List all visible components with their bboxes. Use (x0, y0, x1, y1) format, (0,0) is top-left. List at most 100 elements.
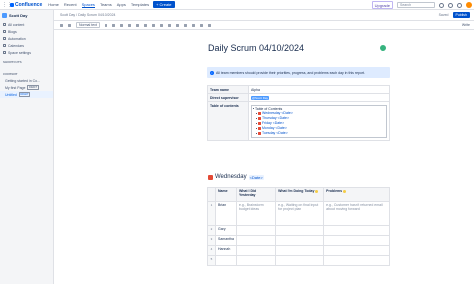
nav-teams[interactable]: Teams (100, 2, 112, 8)
mention-icon[interactable] (175, 23, 179, 27)
cell-problems[interactable] (323, 245, 390, 256)
sidebar-item-all-content[interactable]: All content (0, 21, 53, 28)
page-title[interactable]: Daily Scrum 04/10/2024 (208, 43, 304, 53)
cell-yesterday[interactable] (235, 225, 277, 236)
space-sidebar: Scott Day All content Blogs Automation C… (0, 10, 54, 284)
row-number: 4 (207, 245, 216, 256)
toc-cell[interactable]: Table of Contents Wednesday <Date> Thurs… (248, 101, 390, 141)
cell-today[interactable] (275, 225, 325, 236)
nav-templates[interactable]: Templates (131, 2, 149, 8)
worried-emoji-icon (343, 189, 347, 193)
settings-icon[interactable] (457, 2, 462, 8)
main-nav: Home Recent Spaces Teams Apps Templates (48, 2, 149, 8)
undo-icon[interactable] (60, 23, 63, 27)
cell-today[interactable] (275, 245, 325, 256)
sidebar-item-automation[interactable]: Automation (0, 35, 53, 42)
draft-badge: DRAFT (18, 92, 31, 97)
cell-name[interactable]: Gary (215, 225, 237, 236)
header-yesterday[interactable]: What I Did Yesterday (235, 187, 277, 202)
sidebar-item-label: Space settings (8, 50, 31, 55)
cell-yesterday[interactable] (235, 235, 277, 246)
toc-link[interactable]: Tuesday <Date> (262, 131, 288, 136)
calendar-icon (258, 131, 261, 135)
search-input[interactable]: Search (397, 2, 435, 8)
text-style-dropdown[interactable]: Normal text (76, 22, 100, 28)
help-icon[interactable] (448, 2, 453, 8)
breadcrumb-page[interactable]: Daily Scrum 04/10/2024 (78, 13, 115, 17)
calendar-icon (258, 126, 261, 130)
confluence-logo[interactable]: Confluence (10, 2, 42, 8)
tree-item-my-first-page[interactable]: My first Page DRAFT (0, 84, 53, 91)
task-list-icon[interactable] (143, 23, 147, 27)
sidebar-item-label: Calendars (8, 43, 24, 48)
redo-icon[interactable] (68, 23, 71, 27)
insert-icon[interactable] (207, 23, 211, 27)
section-shortcuts[interactable]: SHORTCUTS (0, 58, 53, 66)
cell-yesterday[interactable]: e.g., Brainstorm budget ideas (235, 201, 277, 226)
cell-name[interactable]: Samantha (215, 235, 237, 246)
nav-recent[interactable]: Recent (64, 2, 77, 8)
cell-name[interactable]: Hannah (215, 245, 237, 256)
layout-icon[interactable] (199, 23, 203, 27)
cell-name[interactable] (215, 255, 237, 266)
smile-emoji-icon (315, 189, 319, 193)
supervisor-cell[interactable]: @Scott Day (248, 93, 390, 102)
day-heading[interactable]: Wednesday <Date> (208, 174, 264, 180)
breadcrumb-space[interactable]: Scott Day (60, 13, 75, 17)
table-icon[interactable] (191, 23, 195, 27)
row-number: 2 (207, 225, 216, 236)
cell-problems[interactable]: e.g., Customer hasn't returned email abo… (323, 201, 390, 226)
page-status-icon[interactable] (380, 45, 386, 51)
sidebar-item-blogs[interactable]: Blogs (0, 28, 53, 35)
cell-problems[interactable] (323, 235, 390, 246)
header-today-text: What I'm Doing Today (278, 189, 315, 193)
cell-today[interactable]: e.g., Waiting on final input for project… (275, 201, 325, 226)
sidebar-item-calendars[interactable]: Calendars (0, 42, 53, 49)
link-icon[interactable] (159, 23, 163, 27)
section-content[interactable]: CONTENT (0, 70, 53, 78)
tree-item-label: Getting started in Co... (5, 79, 41, 83)
supervisor-mention[interactable]: @Scott Day (251, 95, 270, 100)
meta-table: Team name Alpha Direct supervisor @Scott… (207, 85, 390, 141)
cell-problems[interactable] (323, 225, 390, 236)
cell-yesterday[interactable] (235, 255, 277, 266)
tree-item-untitled[interactable]: Untitled DRAFT (0, 91, 53, 98)
header-today[interactable]: What I'm Doing Today (275, 187, 325, 202)
nav-home[interactable]: Home (48, 2, 59, 8)
user-avatar[interactable] (466, 2, 472, 8)
nav-apps[interactable]: Apps (117, 2, 126, 8)
date-placeholder[interactable]: <Date> (248, 174, 264, 180)
bullet-list-icon[interactable] (127, 23, 131, 27)
cell-problems[interactable] (323, 255, 390, 266)
more-formatting-icon[interactable] (119, 23, 123, 27)
cell-yesterday[interactable] (235, 245, 277, 256)
sidebar-item-space-settings[interactable]: Space settings (0, 49, 53, 56)
cell-name[interactable]: Brian (215, 201, 237, 226)
image-icon[interactable] (167, 23, 171, 27)
italic-icon[interactable] (112, 23, 115, 27)
confluence-logo-icon (10, 2, 14, 7)
breadcrumb: Scott Day / Daily Scrum 04/10/2024 Saved… (54, 10, 474, 20)
header-name[interactable]: Name (215, 187, 237, 202)
space-header[interactable]: Scott Day (0, 10, 53, 21)
upgrade-button[interactable]: Upgrade (371, 1, 393, 9)
team-name-value[interactable]: Alpha (248, 85, 390, 94)
numbered-list-icon[interactable] (135, 23, 139, 27)
info-icon: i (210, 70, 214, 75)
nav-spaces[interactable]: Spaces (81, 2, 95, 8)
notifications-icon[interactable] (439, 2, 444, 8)
cell-today[interactable] (275, 255, 325, 266)
app-switcher-icon[interactable]: ⋮⋮ (2, 2, 12, 8)
tree-item-label: Untitled (5, 92, 17, 97)
write-mode[interactable]: Write (462, 23, 470, 27)
toc-item[interactable]: Tuesday <Date> (256, 131, 385, 136)
alignment-icon[interactable] (151, 23, 155, 27)
bold-icon[interactable] (104, 23, 108, 27)
create-button[interactable]: + Create (153, 1, 175, 8)
info-text[interactable]: All team members should provide their pr… (216, 71, 365, 75)
cell-today[interactable] (275, 235, 325, 246)
bullet-icon (256, 132, 257, 134)
emoji-icon[interactable] (183, 23, 187, 27)
header-problems[interactable]: Problems (323, 187, 390, 202)
publish-button[interactable]: Publish (452, 12, 470, 18)
